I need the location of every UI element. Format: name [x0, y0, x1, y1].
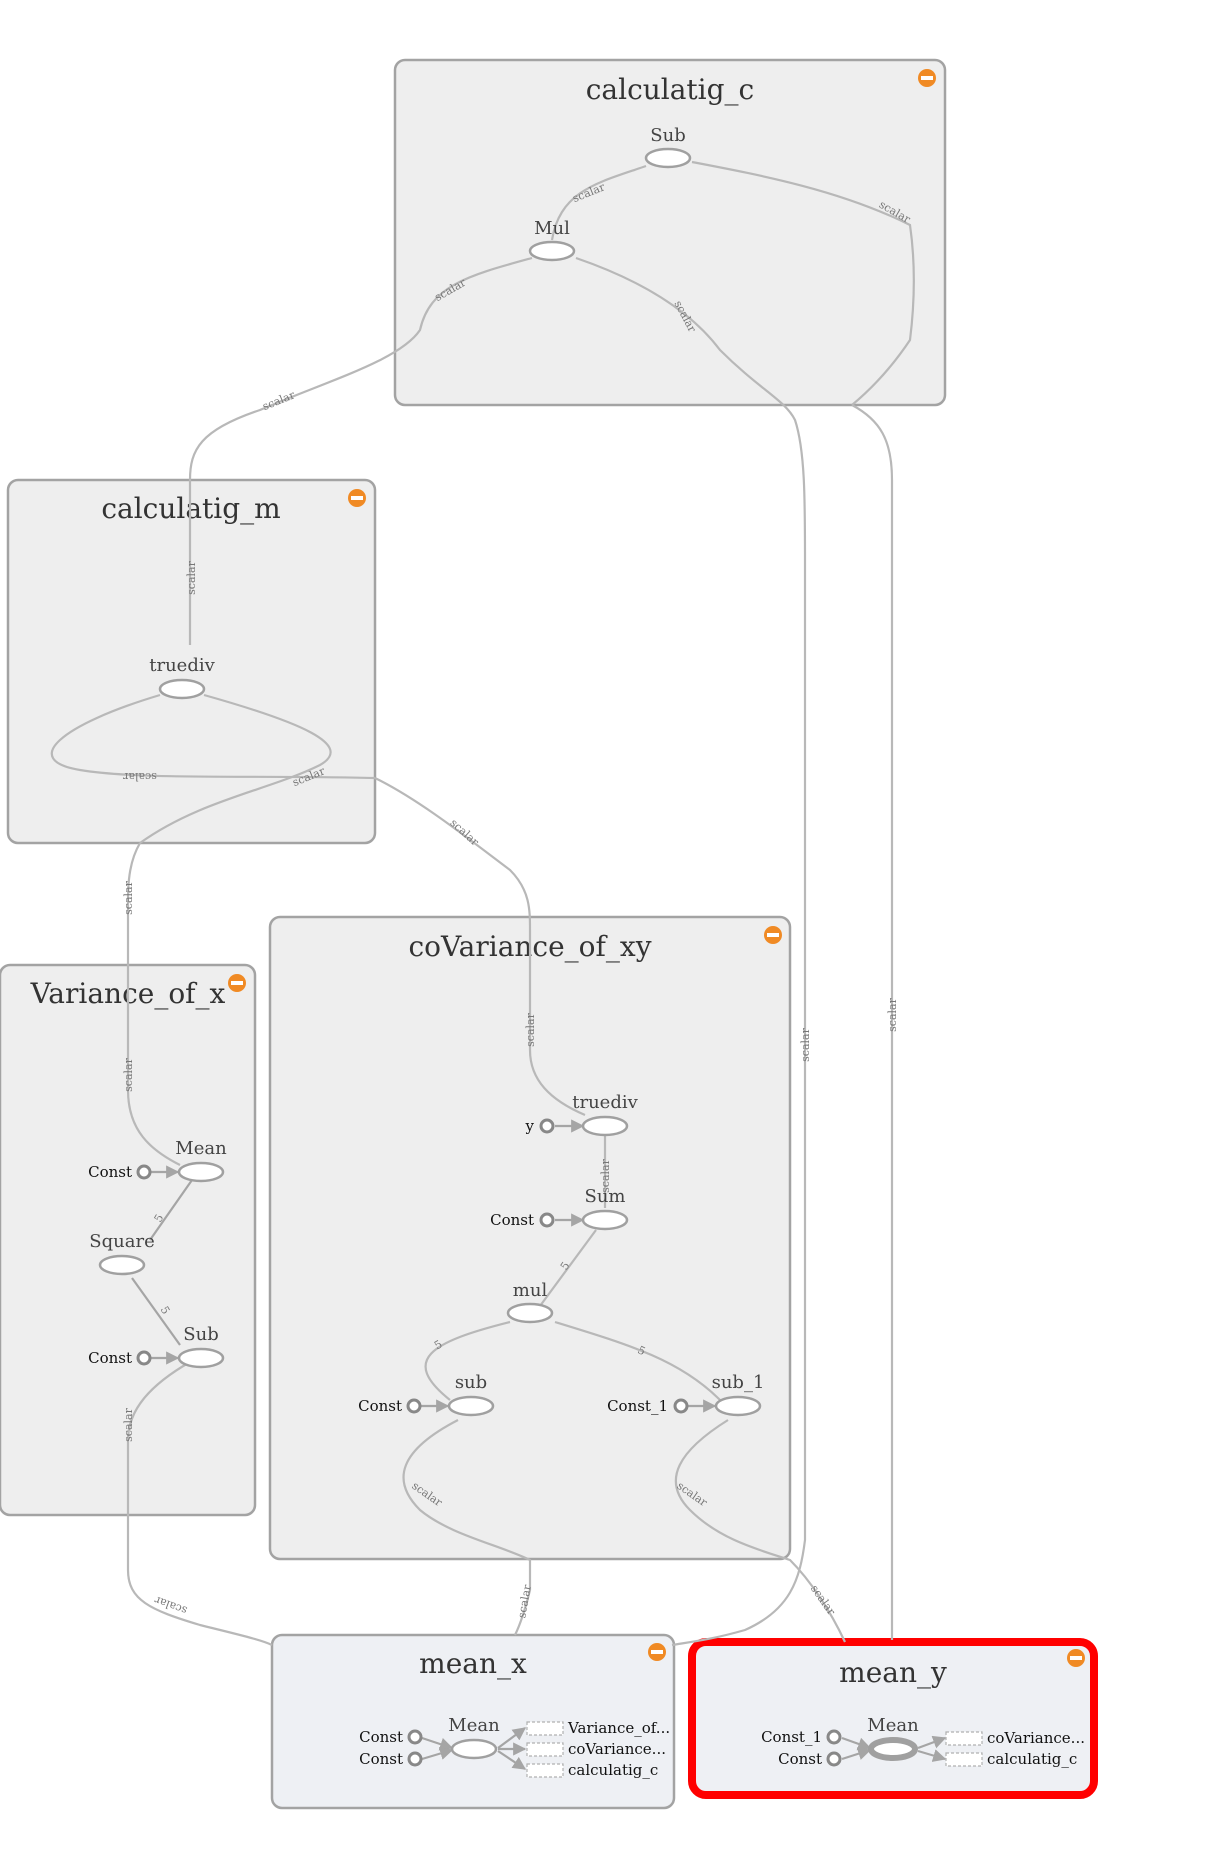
svg-text:Sub: Sub — [650, 125, 685, 146]
collapse-icon[interactable] — [648, 1643, 666, 1661]
svg-text:Mean: Mean — [867, 1715, 919, 1736]
svg-text:calculatig_c: calculatig_c — [987, 1750, 1077, 1768]
edge-label: scalar — [185, 560, 198, 594]
svg-text:coVariance...: coVariance... — [568, 1740, 666, 1758]
edge-label: scalar — [515, 1583, 534, 1619]
svg-text:Const: Const — [359, 1750, 403, 1768]
output-item[interactable]: coVariance... — [526, 1740, 666, 1758]
svg-text:sub: sub — [455, 1372, 487, 1393]
collapse-icon[interactable] — [348, 489, 366, 507]
svg-text:Mean: Mean — [448, 1715, 500, 1736]
edge-label: scalar — [122, 1407, 135, 1441]
svg-text:Sub: Sub — [183, 1324, 218, 1345]
edge-label: scalar — [524, 1012, 537, 1046]
node-const[interactable]: Const — [359, 1750, 423, 1768]
group-title-mean-x: mean_x — [419, 1647, 527, 1680]
svg-text:Const: Const — [88, 1163, 132, 1181]
edge-label: scalar — [808, 1582, 838, 1618]
svg-text:truediv: truediv — [149, 655, 215, 676]
edge-label: scalar — [152, 1593, 189, 1617]
svg-text:calculatig_c: calculatig_c — [568, 1761, 658, 1779]
edge-label: scalar — [122, 880, 135, 914]
node-const[interactable]: Const — [358, 1397, 422, 1415]
collapse-icon[interactable] — [764, 926, 782, 944]
svg-text:truediv: truediv — [572, 1092, 638, 1113]
collapse-icon[interactable] — [1067, 1649, 1085, 1667]
svg-text:Mul: Mul — [534, 218, 570, 239]
svg-text:coVariance...: coVariance... — [987, 1729, 1085, 1747]
node-const[interactable]: Const — [359, 1728, 423, 1746]
edge-label: scalar — [799, 1027, 812, 1061]
svg-text:Const_1: Const_1 — [607, 1397, 668, 1415]
group-calculatig-c[interactable]: calculatig_c — [393, 58, 947, 407]
svg-text:Variance_of...: Variance_of... — [567, 1719, 670, 1737]
node-const[interactable]: Const — [88, 1163, 152, 1181]
svg-text:Const: Const — [778, 1750, 822, 1768]
svg-text:Const: Const — [490, 1211, 534, 1229]
collapse-icon[interactable] — [228, 974, 246, 992]
svg-text:sub_1: sub_1 — [712, 1372, 765, 1393]
svg-text:Const: Const — [358, 1397, 402, 1415]
edge-label: scalar — [122, 1057, 135, 1091]
edge-label: scalar — [261, 388, 298, 413]
svg-text:Sum: Sum — [585, 1186, 626, 1207]
collapse-icon[interactable] — [918, 69, 936, 87]
svg-text:Mean: Mean — [175, 1138, 227, 1159]
node-const[interactable]: Const — [490, 1211, 555, 1229]
svg-text:Const: Const — [359, 1728, 403, 1746]
group-title-mean-y: mean_y — [839, 1656, 947, 1689]
node-const[interactable]: Const — [88, 1349, 152, 1367]
group-title-calculatig-c: calculatig_c — [586, 73, 755, 106]
output-item[interactable]: Variance_of... — [526, 1719, 670, 1737]
svg-text:mul: mul — [513, 1280, 548, 1301]
svg-text:Square: Square — [89, 1231, 154, 1252]
output-item[interactable]: coVariance... — [945, 1729, 1085, 1747]
node-const[interactable]: Const — [778, 1750, 842, 1768]
svg-text:Const: Const — [88, 1349, 132, 1367]
edge-label: scalar — [886, 997, 899, 1031]
graph-canvas[interactable]: calculatig_c calculatig_m Variance_of_x … — [0, 0, 1216, 1867]
edge-label: scalar — [122, 770, 156, 783]
svg-text:y: y — [525, 1117, 535, 1135]
svg-text:Const_1: Const_1 — [761, 1728, 822, 1746]
